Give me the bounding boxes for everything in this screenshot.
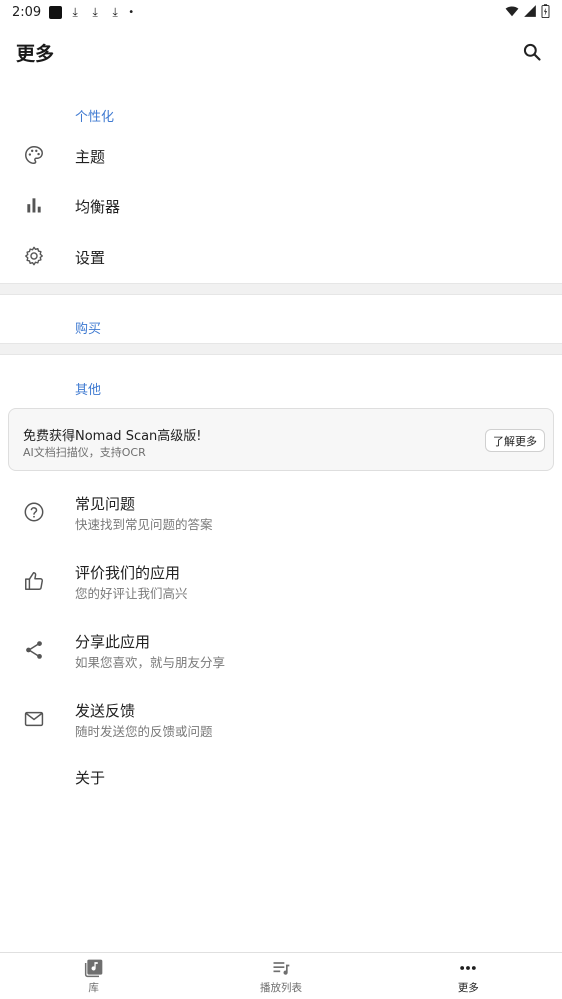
status-time: 2:09 xyxy=(12,4,42,20)
menu-item-subtitle: 随时发送您的反馈或问题 xyxy=(75,724,213,739)
system-icons xyxy=(505,4,550,18)
menu-item-label: 发送反馈 xyxy=(75,702,136,720)
nav-tab-library[interactable]: 库 xyxy=(0,953,187,999)
playlist-icon xyxy=(273,961,290,975)
menu-item-label: 关于 xyxy=(75,769,106,787)
nav-tab-more[interactable]: 更多 xyxy=(375,953,562,999)
search-button[interactable] xyxy=(518,38,546,66)
app-notification-icon xyxy=(49,5,63,19)
menu-item-share[interactable]: 分享此应用 如果您喜欢，就与朋友分享 xyxy=(0,622,562,678)
menu-item-subtitle: 您的好评让我们高兴 xyxy=(75,586,188,601)
download-icon: ⤓ xyxy=(72,5,78,19)
menu-item-about[interactable]: 关于 xyxy=(0,751,562,801)
nav-label: 更多 xyxy=(457,981,479,994)
status-bar: 2:09 ⤓ ⤓ ⤓ • xyxy=(0,0,562,24)
section-divider xyxy=(0,343,562,355)
download-icon: ⤓ xyxy=(112,5,118,19)
menu-item-subtitle: 如果您喜欢，就与朋友分享 xyxy=(75,655,226,670)
section-header-other: 其他 xyxy=(75,383,102,398)
menu-item-label: 评价我们的应用 xyxy=(75,564,181,582)
menu-item-settings[interactable]: 设置 xyxy=(0,231,562,281)
menu-item-rate[interactable]: 评价我们的应用 您的好评让我们高兴 xyxy=(0,553,562,609)
nav-tab-playlists[interactable]: 播放列表 xyxy=(187,953,374,999)
more-icon xyxy=(460,965,477,970)
menu-item-label: 分享此应用 xyxy=(75,633,151,651)
share-icon xyxy=(22,638,46,662)
wifi-icon xyxy=(505,6,519,17)
help-circle-icon xyxy=(22,500,46,524)
promo-title: 免费获得Nomad Scan高级版! xyxy=(23,429,202,444)
section-header-purchase: 购买 xyxy=(75,322,102,337)
app-bar: 更多 xyxy=(0,24,562,80)
section-header-personalize: 个性化 xyxy=(75,110,115,125)
nav-label: 播放列表 xyxy=(259,981,302,994)
gear-icon xyxy=(22,244,46,268)
menu-item-subtitle: 快速找到常见问题的答案 xyxy=(75,517,213,532)
menu-item-label: 均衡器 xyxy=(75,198,121,216)
mail-icon xyxy=(22,707,46,731)
menu-item-label: 设置 xyxy=(75,249,106,267)
palette-icon xyxy=(22,143,46,167)
bottom-navigation: 库 播放列表 更多 xyxy=(0,952,562,999)
search-icon xyxy=(523,43,541,61)
menu-item-label: 常见问题 xyxy=(75,495,136,513)
download-icon: ⤓ xyxy=(92,5,98,19)
section-divider xyxy=(0,283,562,295)
more-notifications-icon: • xyxy=(128,6,135,18)
signal-icon xyxy=(524,5,536,17)
page-title: 更多 xyxy=(16,42,55,65)
notification-icons: ⤓ ⤓ ⤓ • xyxy=(49,5,135,19)
menu-item-equalizer[interactable]: 均衡器 xyxy=(0,180,562,230)
menu-item-theme[interactable]: 主题 xyxy=(0,130,562,180)
menu-item-faq[interactable]: 常见问题 快速找到常见问题的答案 xyxy=(0,484,562,540)
battery-icon xyxy=(541,4,550,18)
learn-more-button[interactable]: 了解更多 xyxy=(485,429,545,452)
thumb-up-icon xyxy=(22,569,46,593)
promo-subtitle: AI文档扫描仪，支持OCR xyxy=(23,446,146,459)
equalizer-icon xyxy=(22,193,46,217)
library-icon xyxy=(84,959,102,977)
promo-card[interactable]: 免费获得Nomad Scan高级版! AI文档扫描仪，支持OCR 了解更多 xyxy=(8,408,554,471)
menu-item-label: 主题 xyxy=(75,148,106,166)
nav-label: 库 xyxy=(88,981,99,994)
menu-item-feedback[interactable]: 发送反馈 随时发送您的反馈或问题 xyxy=(0,691,562,747)
